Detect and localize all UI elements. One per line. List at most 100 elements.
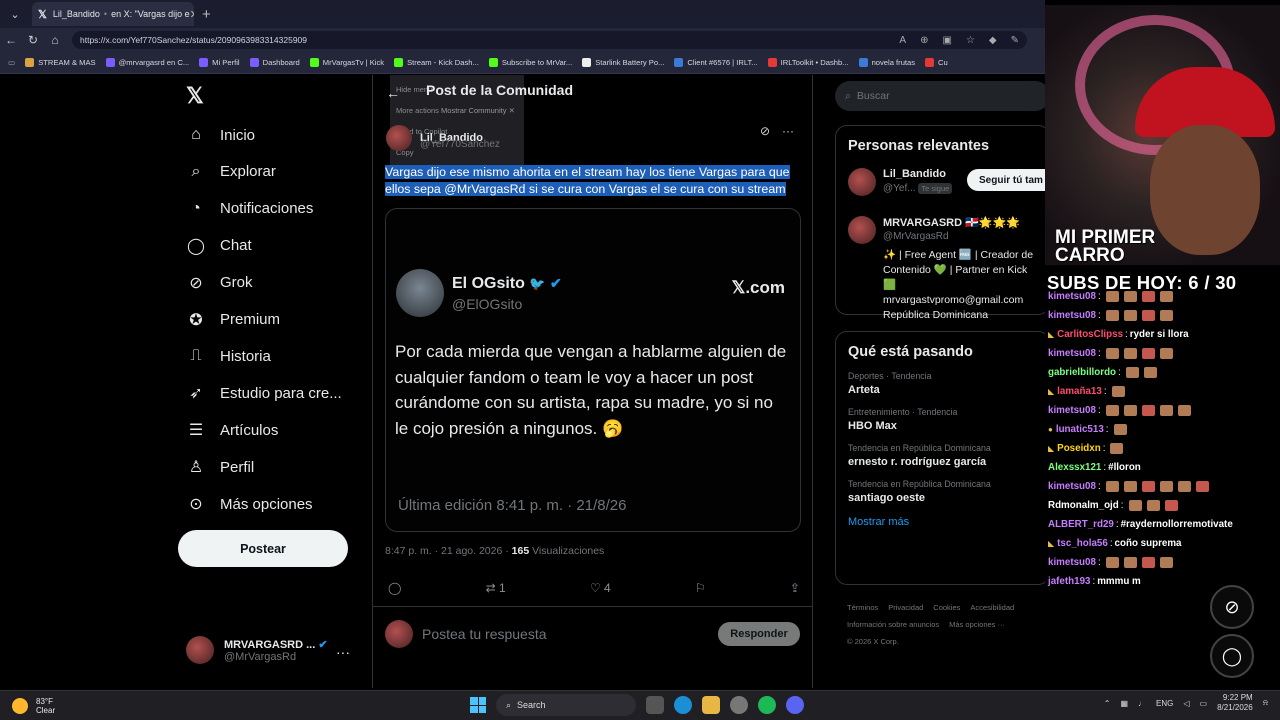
footer-link[interactable]: Más opciones ···	[949, 620, 1005, 629]
taskbar-search[interactable]: ⌕ Search	[496, 694, 636, 716]
battery-icon[interactable]: ▭	[1200, 699, 1208, 708]
microphone-icon[interactable]: ♩	[1138, 699, 1146, 708]
url-field[interactable]: https://x.com/Yef770Sanchez/status/20909…	[72, 31, 1027, 49]
footer-link[interactable]: Información sobre anuncios	[847, 620, 939, 629]
favorite-star-icon[interactable]: ☆	[966, 35, 975, 46]
nav-item-explore[interactable]: ⌕ Explorar	[186, 162, 276, 182]
extension-icon[interactable]: ◆	[989, 35, 997, 46]
relevant-person[interactable]: Lil_Bandido @Yef... Te sigue Seguir tú t…	[836, 160, 1045, 208]
page-title: Post de la Comunidad	[426, 82, 574, 98]
repost-button[interactable]: ⇄ 1	[486, 581, 506, 595]
bookmark-item[interactable]: Client #6576 | IRLT...	[674, 58, 758, 67]
footer-link[interactable]: Cookies	[933, 603, 960, 612]
chevron-up-icon[interactable]: ⌃	[1104, 699, 1111, 708]
bookmark-item[interactable]: novela frutas	[858, 58, 915, 67]
new-tab-icon[interactable]: +	[202, 6, 211, 23]
spotify-icon[interactable]	[758, 696, 776, 714]
bookmark-item[interactable]: Subscribe to MrVar...	[488, 58, 572, 67]
more-dots-icon[interactable]: ···	[782, 124, 794, 138]
reply-icon[interactable]: ◯	[388, 581, 401, 595]
bookmark-item[interactable]: Starlink Battery Po...	[582, 58, 664, 67]
nav-item-studio[interactable]: ➶ Estudio para cre...	[186, 383, 341, 403]
settings-icon[interactable]	[730, 696, 748, 714]
task-view-icon[interactable]	[646, 696, 664, 714]
footer-link[interactable]: Privacidad	[888, 603, 923, 612]
post-button[interactable]: Postear	[178, 530, 348, 567]
show-more-link[interactable]: Mostrar más	[836, 510, 1045, 542]
search-icon: ⌕	[845, 89, 851, 102]
discord-icon[interactable]	[786, 696, 804, 714]
nav-item-grok[interactable]: ⊘ Grok	[186, 273, 252, 293]
zoom-icon[interactable]: ⊕	[920, 35, 928, 46]
bookmark-item[interactable]: Stream - Kick Dash...	[394, 58, 479, 67]
collections-icon[interactable]: ▭	[8, 58, 15, 67]
bookmark-item[interactable]: STREAM & MAS	[25, 58, 96, 67]
grok-icon[interactable]: ⊘	[760, 124, 770, 138]
reply-button[interactable]: Responder	[718, 622, 800, 646]
clock[interactable]: 9:22 PM 8/21/2026	[1217, 693, 1253, 713]
relevant-person[interactable]: MRVARGASRD 🇩🇴🌟🌟🌟 @MrVargasRd	[836, 208, 1045, 248]
home-icon[interactable]: ⌂	[44, 33, 66, 47]
weather-widget[interactable]: 83°F Clear	[12, 697, 55, 715]
tab-active[interactable]: 𝕏 Lil_Bandido • en X: "Vargas dijo e ✕	[32, 2, 194, 26]
back-arrow-icon[interactable]: ←	[386, 85, 400, 101]
more-dots-icon[interactable]: ···	[336, 644, 350, 660]
close-tab-icon[interactable]: ✕	[190, 8, 194, 21]
quoted-text: Por cada mierda que vengan a hablarme al…	[395, 342, 787, 438]
search-input[interactable]: ⌕ Buscar	[835, 81, 1045, 111]
messages-float-icon[interactable]: ◯	[1210, 634, 1254, 678]
tab-actions-icon[interactable]: ⌄	[4, 3, 26, 25]
reload-icon[interactable]: ↻	[22, 33, 44, 47]
kick-icon	[488, 58, 498, 67]
nav-item-more[interactable]: ⊙ Más opciones	[186, 494, 312, 514]
nav-item-premium[interactable]: ✪ Premium	[186, 310, 280, 330]
x-logo-icon[interactable]: 𝕏	[186, 83, 204, 109]
trend-item[interactable]: Deportes · Tendencia Arteta	[836, 366, 1045, 402]
follow-button[interactable]: Seguir tú tam	[967, 169, 1045, 191]
footer-link[interactable]: Accesibilidad	[970, 603, 1014, 612]
trend-item[interactable]: Tendencia en República Dominicana ernesto…	[836, 438, 1045, 474]
footer-link[interactable]: Términos	[847, 603, 878, 612]
chat-emote	[1159, 405, 1173, 416]
menu-item-more-actions[interactable]: More actions Mostrar Community ✕	[396, 100, 518, 121]
windows-start-icon[interactable]	[470, 697, 486, 713]
quoted-image-card[interactable]: El OGsito 🐦 ✔ @ElOGsito 𝕏.com Por cada m…	[385, 208, 801, 532]
account-name: MRVARGASRD ... ✔	[224, 638, 328, 651]
network-icon[interactable]: ▦	[1120, 699, 1128, 708]
x-favicon-icon: 𝕏	[38, 8, 47, 21]
trend-item[interactable]: Entretenimiento · Tendencia HBO Max	[836, 402, 1045, 438]
bookmark-item[interactable]: IRLToolkit • Dashb...	[767, 58, 849, 67]
nav-item-notifications[interactable]: ◔ Notificaciones	[186, 199, 313, 219]
notification-bell-icon[interactable]: ⍾	[1263, 698, 1268, 708]
trend-name: HBO Max	[848, 420, 897, 432]
trend-item[interactable]: Tendencia en República Dominicana santiag…	[836, 474, 1045, 510]
bookmark-icon[interactable]: ⚐	[695, 581, 706, 595]
bookmark-item[interactable]: MrVargasTv | Kick	[309, 58, 384, 67]
translate-icon[interactable]: A	[899, 35, 906, 46]
profile-icon: ♙	[188, 459, 204, 477]
share-icon[interactable]: ⇪	[790, 581, 800, 595]
like-count: 4	[604, 581, 611, 595]
nav-item-chat[interactable]: ◯ Chat	[186, 236, 252, 256]
file-explorer-icon[interactable]	[702, 696, 720, 714]
reading-view-icon[interactable]: ▣	[942, 35, 951, 46]
post-author[interactable]: Lil_Bandido @Yef770Sanchez	[386, 125, 500, 151]
bookmark-item[interactable]: Mi Perfil	[199, 58, 240, 67]
nav-item-home[interactable]: ⌂ Inicio	[186, 125, 255, 145]
bookmark-item[interactable]: @mrvargasrd en C...	[105, 58, 189, 67]
back-icon[interactable]: ←	[0, 33, 22, 47]
like-button[interactable]: ♡ 4	[590, 581, 611, 595]
pen-icon[interactable]: ✎	[1011, 35, 1019, 46]
bookmark-item[interactable]: Dashboard	[249, 58, 300, 67]
account-switcher[interactable]: MRVARGASRD ... ✔ @MrVargasRd ···	[186, 636, 350, 664]
edge-icon[interactable]	[674, 696, 692, 714]
reply-input[interactable]: Postea tu respuesta	[422, 626, 547, 642]
language-indicator[interactable]: ENG	[1156, 699, 1173, 708]
bookmark-item[interactable]: Cu	[925, 58, 948, 67]
nav-item-profile[interactable]: ♙ Perfil	[186, 457, 254, 477]
grok-float-icon[interactable]: ⊘	[1210, 585, 1254, 629]
nav-item-articles[interactable]: ☰ Artículos	[186, 420, 279, 440]
nav-item-history[interactable]: ⎍ Historia	[186, 346, 270, 366]
volume-icon[interactable]: ◁	[1183, 699, 1189, 708]
copyright: © 2026 X Corp.	[847, 637, 899, 646]
